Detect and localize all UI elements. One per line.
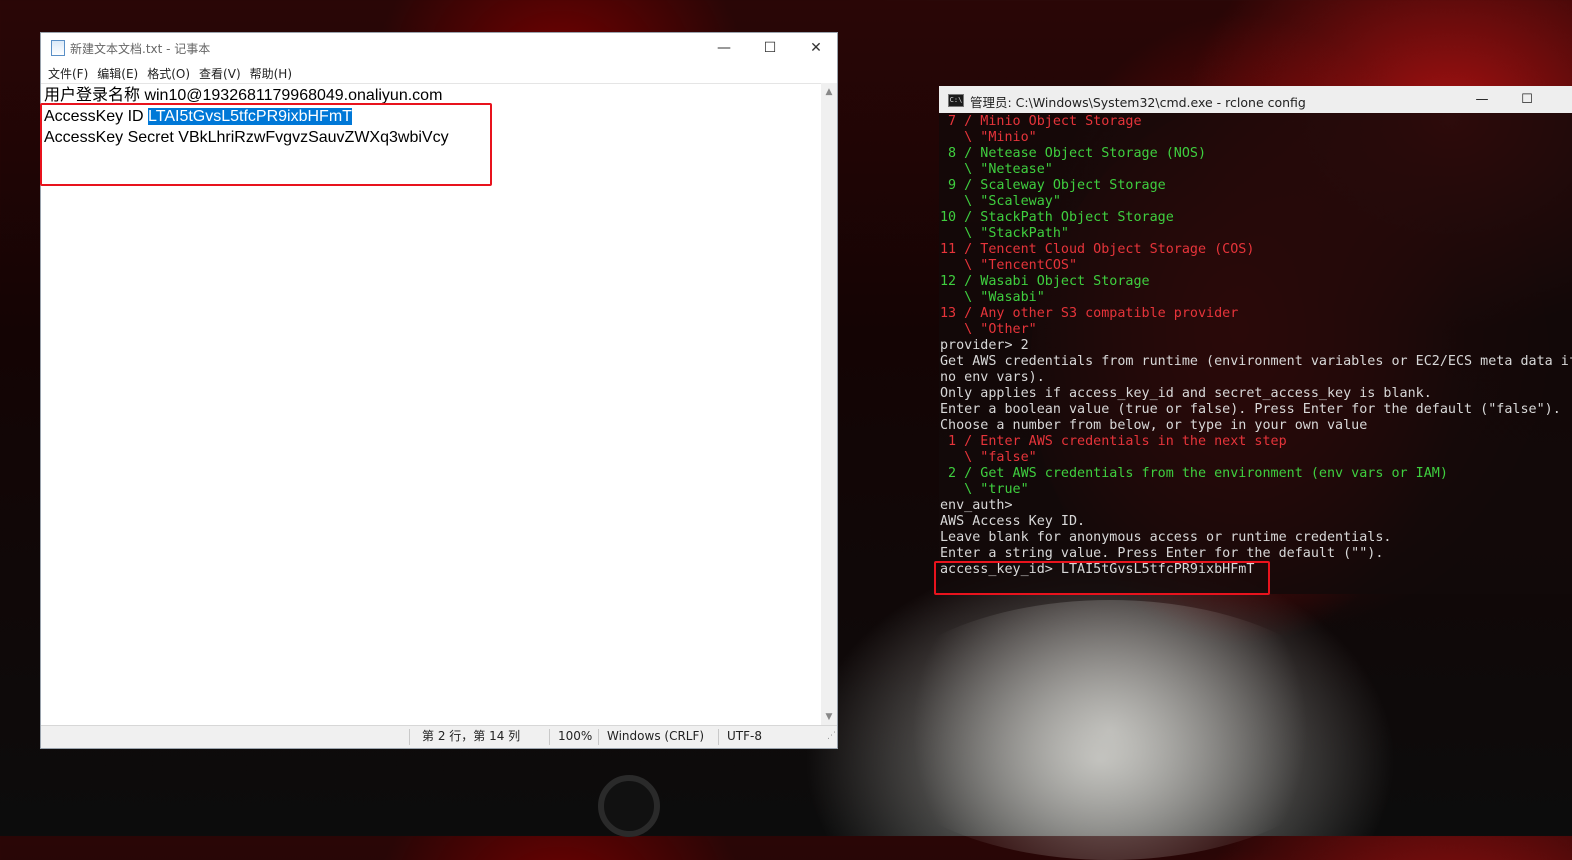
console-line: Get AWS credentials from runtime (enviro… [940, 354, 1572, 369]
menu-format[interactable]: 格式(O) [147, 64, 190, 84]
close-button[interactable]: ✕ [793, 33, 839, 63]
status-zoom: 100% [558, 729, 593, 743]
console-line: 9 / Scaleway Object Storage [940, 178, 1166, 193]
cmd-window-title: 管理员: C:\Windows\System32\cmd.exe - rclon… [970, 95, 1306, 110]
menu-file[interactable]: 文件(F) [48, 64, 88, 84]
notepad-window-title: 新建文本文档.txt - 记事本 [70, 42, 211, 56]
console-line: Enter a string value. Press Enter for th… [940, 546, 1384, 561]
cmd-minimize-button[interactable]: — [1459, 86, 1505, 113]
console-line: \ "true" [940, 482, 1029, 497]
console-line: provider> 2 [940, 338, 1029, 353]
wallpaper-disc [598, 775, 660, 837]
annotation-box-cmd [934, 561, 1270, 595]
console-line: \ "false" [940, 450, 1037, 465]
console-line: Enter a boolean value (true or false). P… [940, 402, 1561, 417]
notepad-app-icon [51, 40, 65, 56]
console-line: 8 / Netease Object Storage (NOS) [940, 146, 1207, 161]
notepad-menu-bar: 文件(F) 编辑(E) 格式(O) 查看(V) 帮助(H) [41, 63, 837, 83]
cmd-app-icon: C:\ [948, 94, 964, 107]
console-line: no env vars). [940, 370, 1045, 385]
console-line: AWS Access Key ID. [940, 514, 1086, 529]
notepad-vertical-scrollbar[interactable]: ▲ ▼ [821, 83, 837, 726]
cmd-window: C:\ 管理员: C:\Windows\System32\cmd.exe - r… [939, 86, 1572, 594]
notepad-title-bar[interactable]: 新建文本文档.txt - 记事本 — ☐ ✕ [41, 33, 837, 63]
maximize-button[interactable]: ☐ [747, 33, 793, 63]
console-line: 2 / Get AWS credentials from the environ… [940, 466, 1448, 481]
console-line: Only applies if access_key_id and secret… [940, 386, 1432, 401]
menu-edit[interactable]: 编辑(E) [97, 64, 138, 84]
cmd-maximize-button[interactable]: ☐ [1504, 86, 1550, 113]
status-divider [409, 729, 410, 745]
status-divider [549, 729, 550, 745]
notepad-status-bar: 第 2 行，第 14 列 100% Windows (CRLF) UTF-8 ⋰ [41, 725, 837, 748]
cmd-title-bar[interactable]: C:\ 管理员: C:\Windows\System32\cmd.exe - r… [939, 86, 1572, 113]
status-divider [718, 729, 719, 745]
wallpaper-highlight [860, 600, 1360, 860]
cmd-console-output[interactable]: 7 / Minio Object Storage \ "Minio" 8 / N… [939, 114, 1572, 594]
console-line: 11 / Tencent Cloud Object Storage (COS) [940, 242, 1255, 257]
console-line: 10 / StackPath Object Storage [940, 210, 1174, 225]
annotation-box-notepad [40, 103, 492, 186]
console-line: 1 / Enter AWS credentials in the next st… [940, 434, 1287, 449]
console-line: \ "Netease" [940, 162, 1053, 177]
console-line: \ "Scaleway" [940, 194, 1061, 209]
scroll-down-icon[interactable]: ▼ [821, 710, 837, 724]
status-cursor-position: 第 2 行，第 14 列 [422, 729, 521, 743]
minimize-button[interactable]: — [701, 33, 747, 63]
console-line: Leave blank for anonymous access or runt… [940, 530, 1392, 545]
console-line: \ "TencentCOS" [940, 258, 1078, 273]
console-line: 13 / Any other S3 compatible provider [940, 306, 1239, 321]
status-divider [598, 729, 599, 745]
console-line: 12 / Wasabi Object Storage [940, 274, 1150, 289]
menu-view[interactable]: 查看(V) [199, 64, 241, 84]
console-line: env_auth> [940, 498, 1013, 513]
console-line: \ "Other" [940, 322, 1037, 337]
console-line: Choose a number from below, or type in y… [940, 418, 1368, 433]
resize-grip-icon[interactable]: ⋰ [827, 726, 836, 747]
menu-help[interactable]: 帮助(H) [250, 64, 292, 84]
console-line: \ "StackPath" [940, 226, 1069, 241]
status-line-ending: Windows (CRLF) [607, 729, 705, 743]
console-line: 7 / Minio Object Storage [940, 114, 1142, 129]
scroll-up-icon[interactable]: ▲ [821, 85, 837, 99]
console-line: \ "Minio" [940, 130, 1037, 145]
status-encoding: UTF-8 [727, 729, 762, 743]
console-line: \ "Wasabi" [940, 290, 1045, 305]
